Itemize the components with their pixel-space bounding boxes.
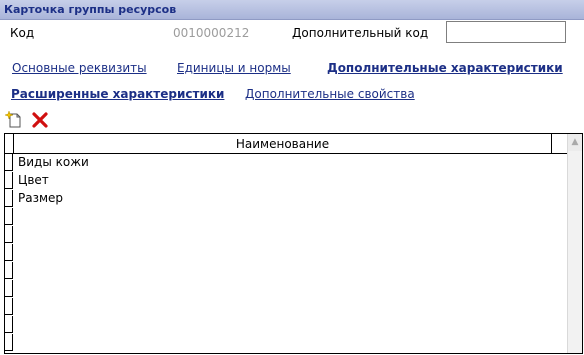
row-selector[interactable] <box>5 172 13 189</box>
grid-rows: Виды кожи Цвет Размер <box>5 154 570 353</box>
tab-links: Основные реквизиты Единицы и нормы Допол… <box>0 57 584 107</box>
additional-code-label: Дополнительный код <box>292 26 429 40</box>
additional-code-field[interactable] <box>446 21 566 43</box>
grid-header: Наименование <box>5 134 570 154</box>
tab-additional-properties[interactable]: Дополнительные свойства <box>245 87 415 101</box>
table-row[interactable]: Виды кожи <box>18 154 89 171</box>
row-selector[interactable] <box>5 190 13 207</box>
row-selector[interactable] <box>5 154 13 171</box>
column-header-name[interactable]: Наименование <box>14 134 552 153</box>
row-selector[interactable] <box>5 280 13 297</box>
code-value: 0010000212 <box>173 26 250 40</box>
vertical-scrollbar[interactable]: ▲ <box>567 134 582 353</box>
window-title: Карточка группы ресурсов <box>4 3 177 16</box>
row-selector[interactable] <box>5 334 13 351</box>
delete-row-button[interactable] <box>30 110 50 130</box>
row-selector[interactable] <box>5 298 13 315</box>
table-row[interactable]: Цвет <box>18 172 49 189</box>
window-titlebar: Карточка группы ресурсов <box>0 0 584 20</box>
tab-units-and-norms[interactable]: Единицы и нормы <box>177 61 291 75</box>
row-selector[interactable] <box>5 226 13 243</box>
tab-basic-requisites[interactable]: Основные реквизиты <box>12 61 147 75</box>
add-document-icon <box>4 110 21 128</box>
characteristics-grid: Наименование Виды кожи Цвет Размер ▲ <box>4 133 583 354</box>
row-selector[interactable] <box>5 262 13 279</box>
scroll-up-arrow-icon[interactable]: ▲ <box>568 134 582 151</box>
tab-extended-characteristics[interactable]: Расширенные характеристики <box>11 87 224 101</box>
delete-x-icon <box>32 112 48 128</box>
row-selector[interactable] <box>5 244 13 261</box>
add-row-button[interactable] <box>4 110 25 130</box>
grid-corner <box>5 134 14 153</box>
code-row: Код 0010000212 Дополнительный код <box>0 20 584 50</box>
table-row[interactable]: Размер <box>18 190 63 207</box>
row-selector[interactable] <box>5 208 13 225</box>
code-label: Код <box>10 26 35 40</box>
row-selector[interactable] <box>5 316 13 333</box>
tab-additional-characteristics[interactable]: Дополнительные характеристики <box>327 61 563 75</box>
